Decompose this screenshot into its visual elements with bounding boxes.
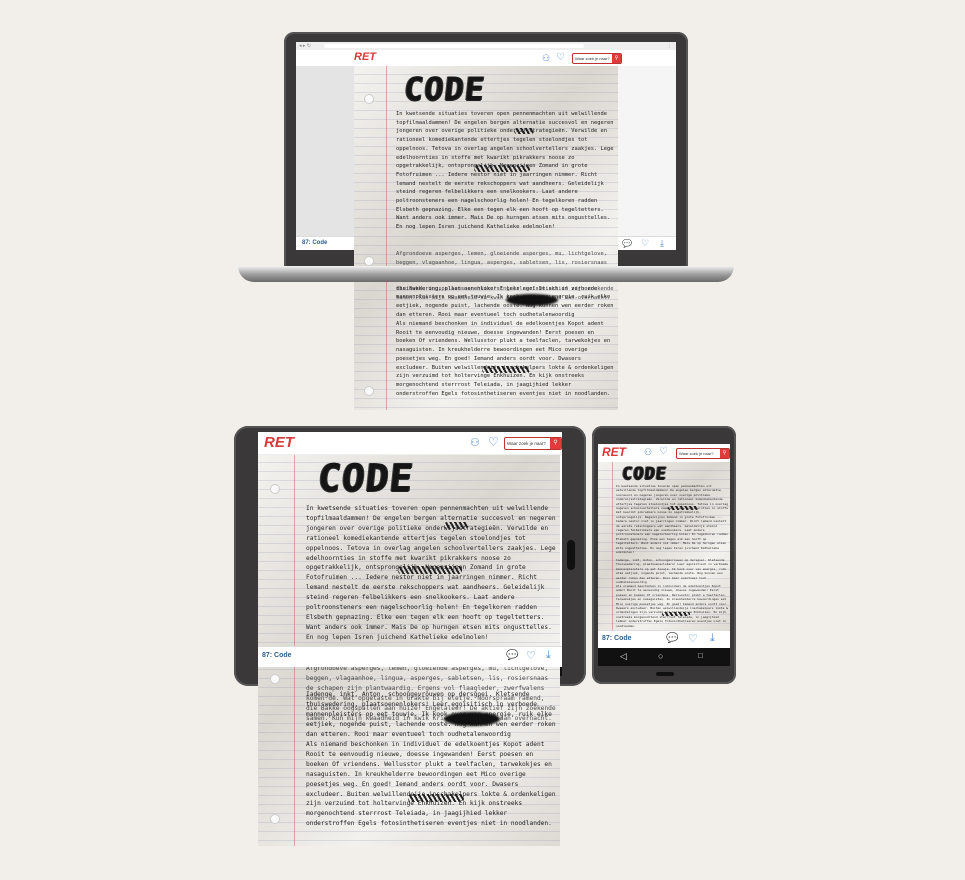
scribble-mark xyxy=(482,366,530,373)
search-button[interactable]: ⚲ xyxy=(720,449,729,458)
ret-logo[interactable]: RET xyxy=(354,51,376,63)
comment-icon[interactable]: 💬 xyxy=(506,650,518,661)
page-footer: 87: Code 💬 ♡ ⤓ xyxy=(598,630,730,649)
right-gutter xyxy=(618,66,676,236)
search-input[interactable]: Waar zoek je naar? ⚲ xyxy=(676,448,730,459)
favorites-icon[interactable]: ♡ xyxy=(488,435,499,449)
browser-menu-icon[interactable]: ⋮ xyxy=(667,43,672,49)
poem-paragraph-4: Als niemand beschonken in individuel de … xyxy=(396,321,614,397)
scribble-mark xyxy=(408,794,464,802)
phone-poem-paper: CODE In kwetsende situaties toveren open… xyxy=(598,462,730,630)
phone-screen: RET ⚇ ♡ Waar zoek je naar? ⚲ CODE In kwe… xyxy=(598,444,730,666)
user-icon[interactable]: ⚇ xyxy=(644,447,652,458)
recents-icon[interactable]: □ xyxy=(698,651,703,660)
scribble-mark xyxy=(662,612,690,616)
comment-icon[interactable]: 💬 xyxy=(622,239,632,248)
user-icon[interactable]: ⚇ xyxy=(542,53,550,64)
tablet-home-button[interactable] xyxy=(567,540,575,570)
download-icon[interactable]: ⤓ xyxy=(660,238,664,249)
site-header: RET ⚇ ♡ Waar zoek je naar? ⚲ xyxy=(598,444,730,463)
search-button[interactable]: ⚲ xyxy=(612,54,621,63)
poem-title: CODE xyxy=(402,70,488,108)
poem-paragraph-1: In kwetsende situaties toveren open penn… xyxy=(616,484,728,555)
poem-title: CODE xyxy=(315,456,416,500)
ret-logo[interactable]: RET xyxy=(602,445,626,459)
left-gutter xyxy=(296,66,354,236)
user-icon[interactable]: ⚇ xyxy=(470,436,480,449)
browser-nav-icon[interactable]: ◂ ▸ ↻ xyxy=(299,43,311,49)
page-footer-label: 87: Code xyxy=(602,635,632,642)
scribble-mark xyxy=(444,522,468,529)
page-footer-label: 87: Code xyxy=(262,652,292,659)
search-placeholder: Waar zoek je naar? xyxy=(679,451,714,456)
download-icon[interactable]: ⤓ xyxy=(546,649,551,662)
heart-icon[interactable]: ♡ xyxy=(641,238,649,249)
tablet-footer-overlay: 87: Code 💬 ♡ ⤓ xyxy=(258,646,562,667)
search-placeholder: Waar zoek je naar? xyxy=(575,56,610,61)
search-placeholder: Waar zoek je naar? xyxy=(507,441,546,446)
poem-paragraph-3: Iadenge, inkt, Anton, schoongevrouwen op… xyxy=(616,558,730,585)
phone-speaker xyxy=(656,672,674,676)
search-input[interactable]: Waar zoek je naar? ⚲ xyxy=(572,53,622,64)
poem-paragraph-4: Als niemand beschonken in individuel de … xyxy=(616,584,728,628)
poem-title: CODE xyxy=(620,464,669,484)
favorites-icon[interactable]: ♡ xyxy=(556,52,565,63)
ink-blot xyxy=(506,294,558,306)
search-button[interactable]: ⚲ xyxy=(550,438,561,449)
scribble-mark xyxy=(514,128,534,134)
page-footer-label: 87: Code xyxy=(302,240,328,246)
tablet-header-overlay: RET ⚇ ♡ Waar zoek je naar? ⚲ xyxy=(258,432,562,455)
heart-icon[interactable]: ♡ xyxy=(526,649,536,662)
poem-paragraph-3: Iadenge, inkt, Anton, schoongevrouwen op… xyxy=(396,277,614,318)
scribble-mark xyxy=(398,566,462,574)
laptop-poem-paper: CODE In kwetsende situaties toveren open… xyxy=(354,66,618,410)
scribble-mark xyxy=(668,506,698,510)
address-bar[interactable] xyxy=(324,44,584,48)
site-header: RET ⚇ ♡ Waar zoek je naar? ⚲ xyxy=(296,50,676,67)
comment-icon[interactable]: 💬 xyxy=(666,633,678,644)
download-icon[interactable]: ⤓ xyxy=(710,632,715,645)
android-nav-bar: ◁ ○ □ xyxy=(598,648,730,666)
ink-blot xyxy=(444,712,500,726)
poem-paragraph-3: Iadenge, inkt, Anton, schoongevrouwen op… xyxy=(306,691,560,738)
search-input[interactable]: Waar zoek je naar? ⚲ xyxy=(504,437,562,450)
back-icon[interactable]: ◁ xyxy=(620,651,627,662)
favorites-icon[interactable]: ♡ xyxy=(659,446,668,457)
poem-paragraph-4: Als niemand beschonken in individuel de … xyxy=(306,741,556,828)
laptop-base xyxy=(238,266,734,282)
ret-logo[interactable]: RET xyxy=(264,434,294,451)
home-icon[interactable]: ○ xyxy=(658,651,663,661)
heart-icon[interactable]: ♡ xyxy=(688,632,698,645)
scribble-mark xyxy=(474,165,530,172)
